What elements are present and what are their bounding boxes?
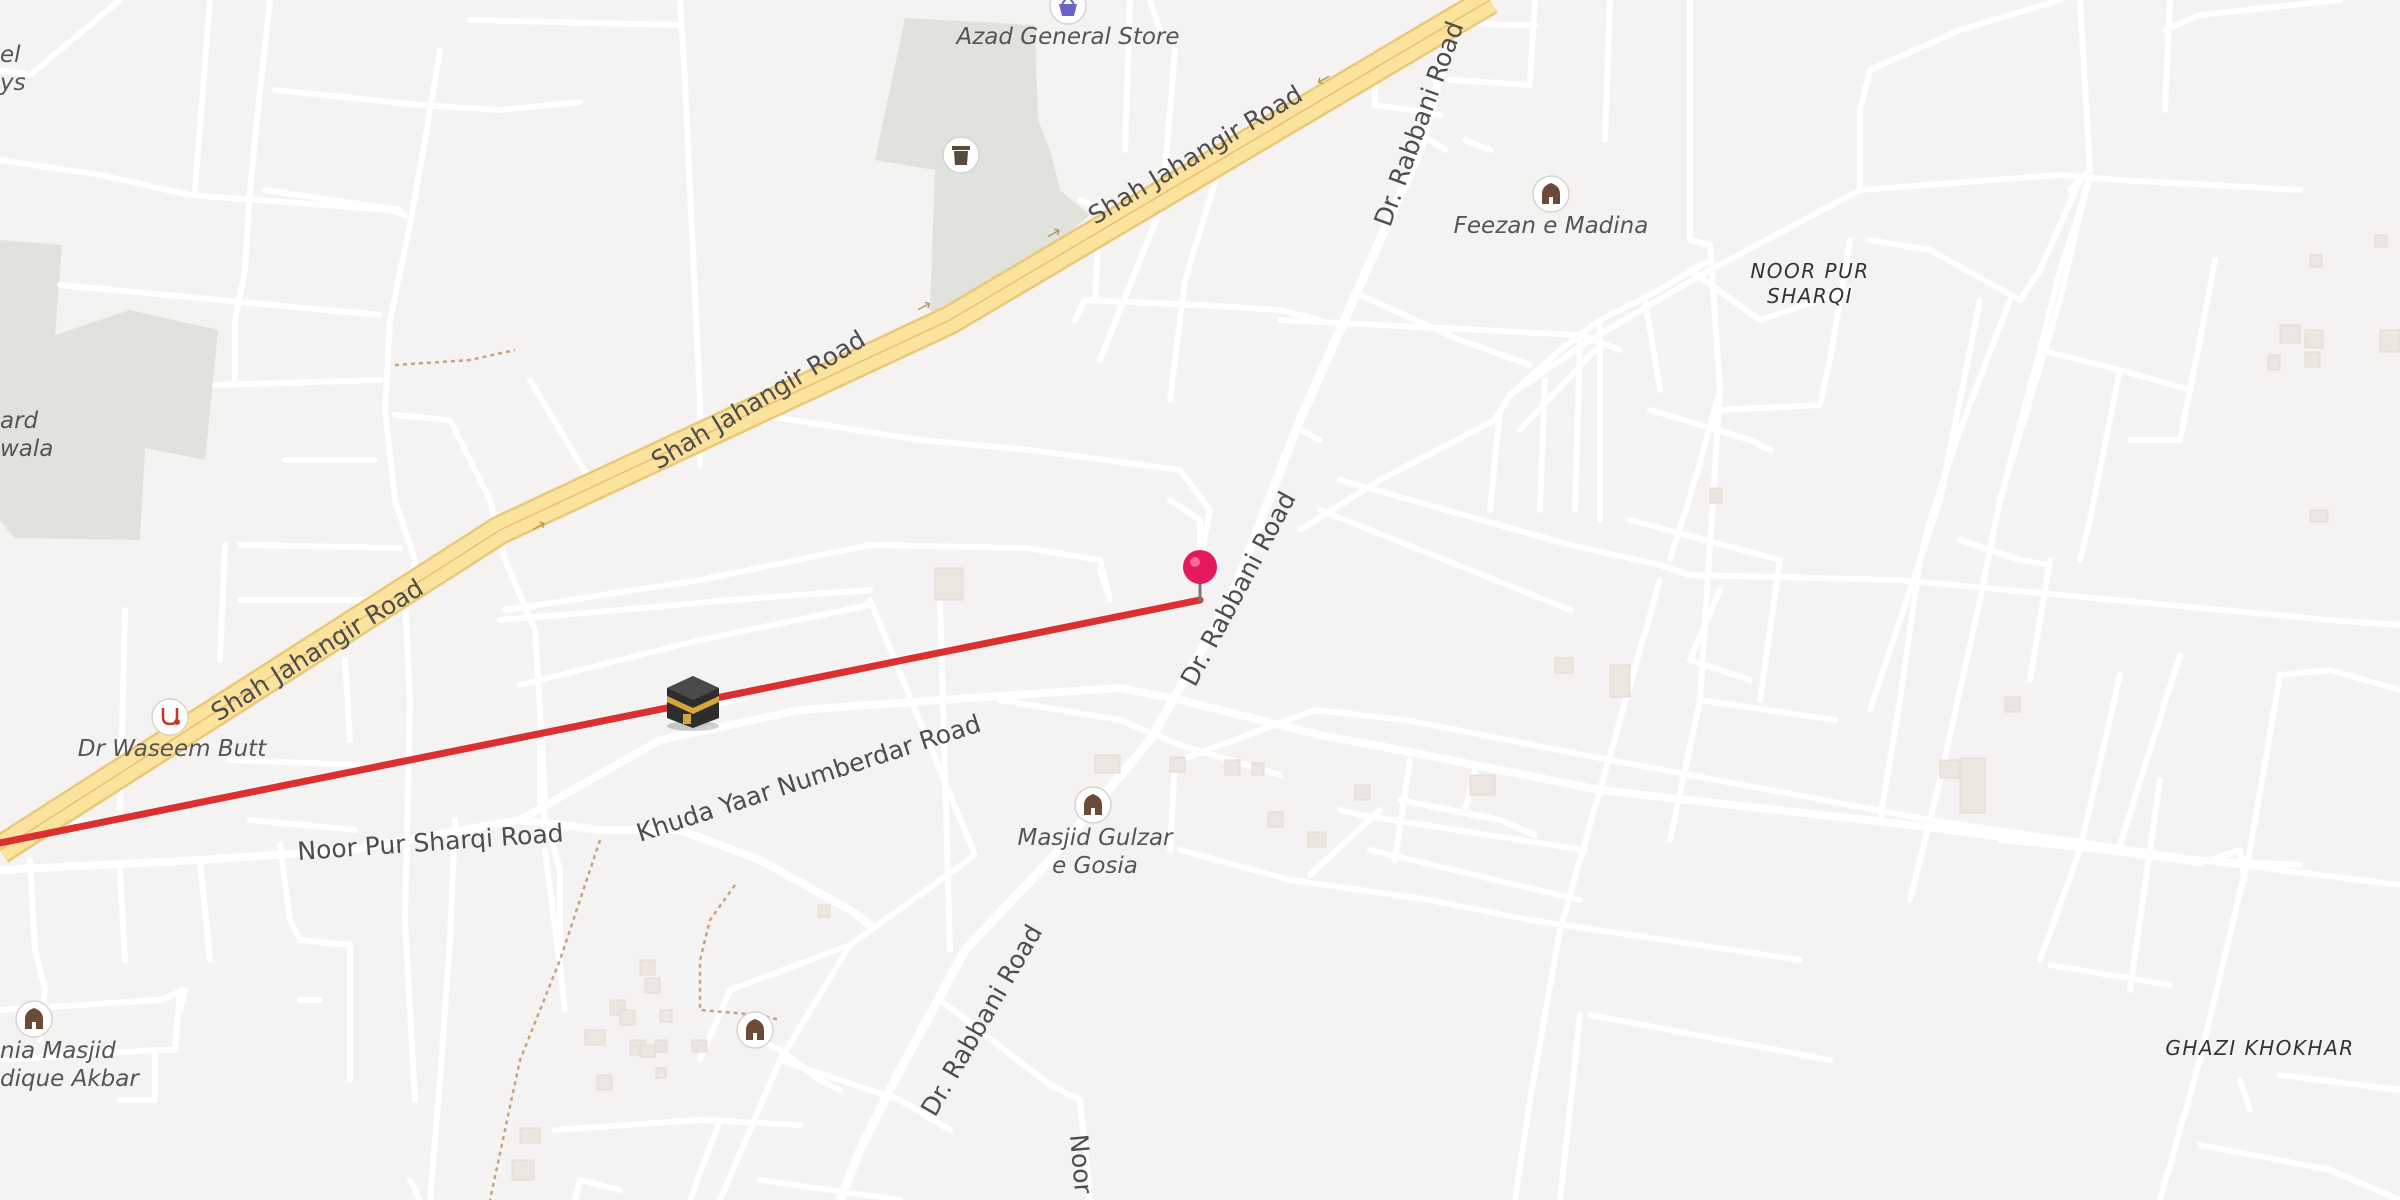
mosque-icon[interactable] (15, 1000, 53, 1038)
cemetery-icon[interactable] (942, 136, 980, 174)
map-canvas[interactable]: → → → ← Shah Jahangir Road Shah Jahangir… (0, 0, 2400, 1200)
mosque-icon[interactable] (1532, 175, 1570, 213)
poi-label-left-mid-2: wala (0, 436, 53, 462)
mosque-icon[interactable] (1074, 786, 1112, 824)
poi-label-left-mid: ard (0, 408, 39, 434)
poi-label-masjid-gulzar: Masjid Gulzar (1017, 825, 1174, 851)
stethoscope-icon[interactable] (151, 698, 189, 736)
mosque-icon[interactable] (736, 1011, 774, 1049)
road-label-noor: Noor (1064, 1133, 1098, 1196)
poi-label-jamia-masjid: nia Masjid (0, 1038, 116, 1064)
poi-label-left-top-2: ys (0, 70, 26, 96)
poi-label-feezan: Feezan e Madina (1454, 213, 1649, 239)
poi-label-azad-store: Azad General Store (954, 24, 1179, 50)
poi-label-jamia-masjid-2: dique Akbar (0, 1066, 140, 1092)
area-label-noor-pur-sharqi-2: SHARQI (1767, 284, 1853, 308)
poi-label-left-top: el (0, 42, 21, 68)
poi-label-dr-waseem: Dr Waseem Butt (78, 736, 267, 762)
area-label-noor-pur-sharqi: NOOR PUR (1750, 259, 1869, 283)
area-label-ghazi-khokhar: GHAZI KHOKHAR (2165, 1036, 2354, 1060)
poi-label-masjid-gulzar-2: e Gosia (1052, 853, 1138, 879)
